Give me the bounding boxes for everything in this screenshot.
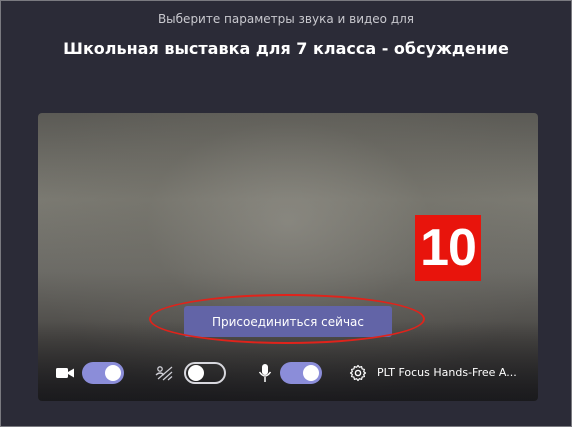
meeting-title: Школьная выставка для 7 класса - обсужде… (63, 39, 509, 58)
prejoin-subtitle: Выберите параметры звука и видео для (157, 12, 415, 26)
microphone-icon (255, 363, 275, 383)
av-controls-bar: PLT Focus Hands-Free A... (38, 353, 538, 393)
background-blur-icon[interactable] (154, 363, 174, 383)
step-number-badge: 10 (415, 215, 481, 281)
video-camera-icon (55, 363, 75, 383)
microphone-toggle-knob (303, 365, 319, 381)
background-blur-toggle[interactable] (184, 362, 226, 384)
prejoin-screen: Выберите параметры звука и видео для Шко… (0, 0, 572, 427)
microphone-toggle[interactable] (280, 362, 322, 384)
camera-toggle-knob (105, 365, 121, 381)
camera-toggle[interactable] (82, 362, 124, 384)
gear-icon[interactable] (348, 363, 368, 383)
audio-device-label[interactable]: PLT Focus Hands-Free A... (377, 366, 517, 379)
join-now-button[interactable]: Присоединиться сейчас (184, 306, 392, 337)
background-blur-toggle-knob (188, 365, 204, 381)
